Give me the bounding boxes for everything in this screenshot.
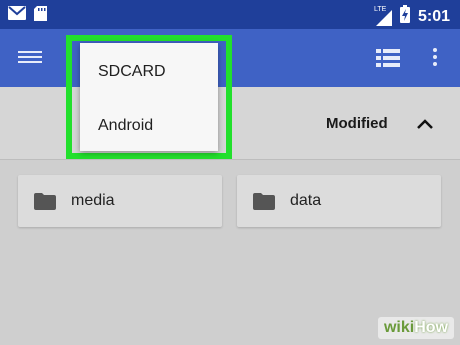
chevron-up-icon[interactable]	[416, 117, 434, 129]
sort-label[interactable]: Modified	[326, 115, 388, 132]
sd-card-icon	[34, 6, 47, 26]
folder-name: data	[290, 192, 322, 209]
network-type-label: LTE	[373, 5, 387, 13]
folder-name: media	[71, 192, 115, 209]
folder-item-media[interactable]: media	[18, 175, 222, 227]
hamburger-icon[interactable]	[18, 48, 42, 68]
folder-icon	[34, 193, 56, 210]
dropdown-item-sdcard[interactable]: SDCARD	[98, 63, 166, 81]
wikihow-watermark: wikiHow	[377, 317, 454, 339]
gmail-icon	[8, 6, 26, 26]
folder-item-data[interactable]: data	[237, 175, 441, 227]
dropdown-item-android[interactable]: Android	[98, 117, 153, 135]
folder-icon	[253, 193, 275, 210]
status-bar: LTE 5:01	[0, 0, 460, 29]
path-dropdown-menu: SDCARD Android	[80, 43, 218, 151]
signal-icon: LTE	[373, 5, 392, 26]
clock: 5:01	[417, 7, 450, 25]
battery-charging-icon	[399, 5, 410, 28]
more-vert-icon[interactable]	[428, 45, 442, 71]
list-view-icon[interactable]	[376, 49, 400, 67]
